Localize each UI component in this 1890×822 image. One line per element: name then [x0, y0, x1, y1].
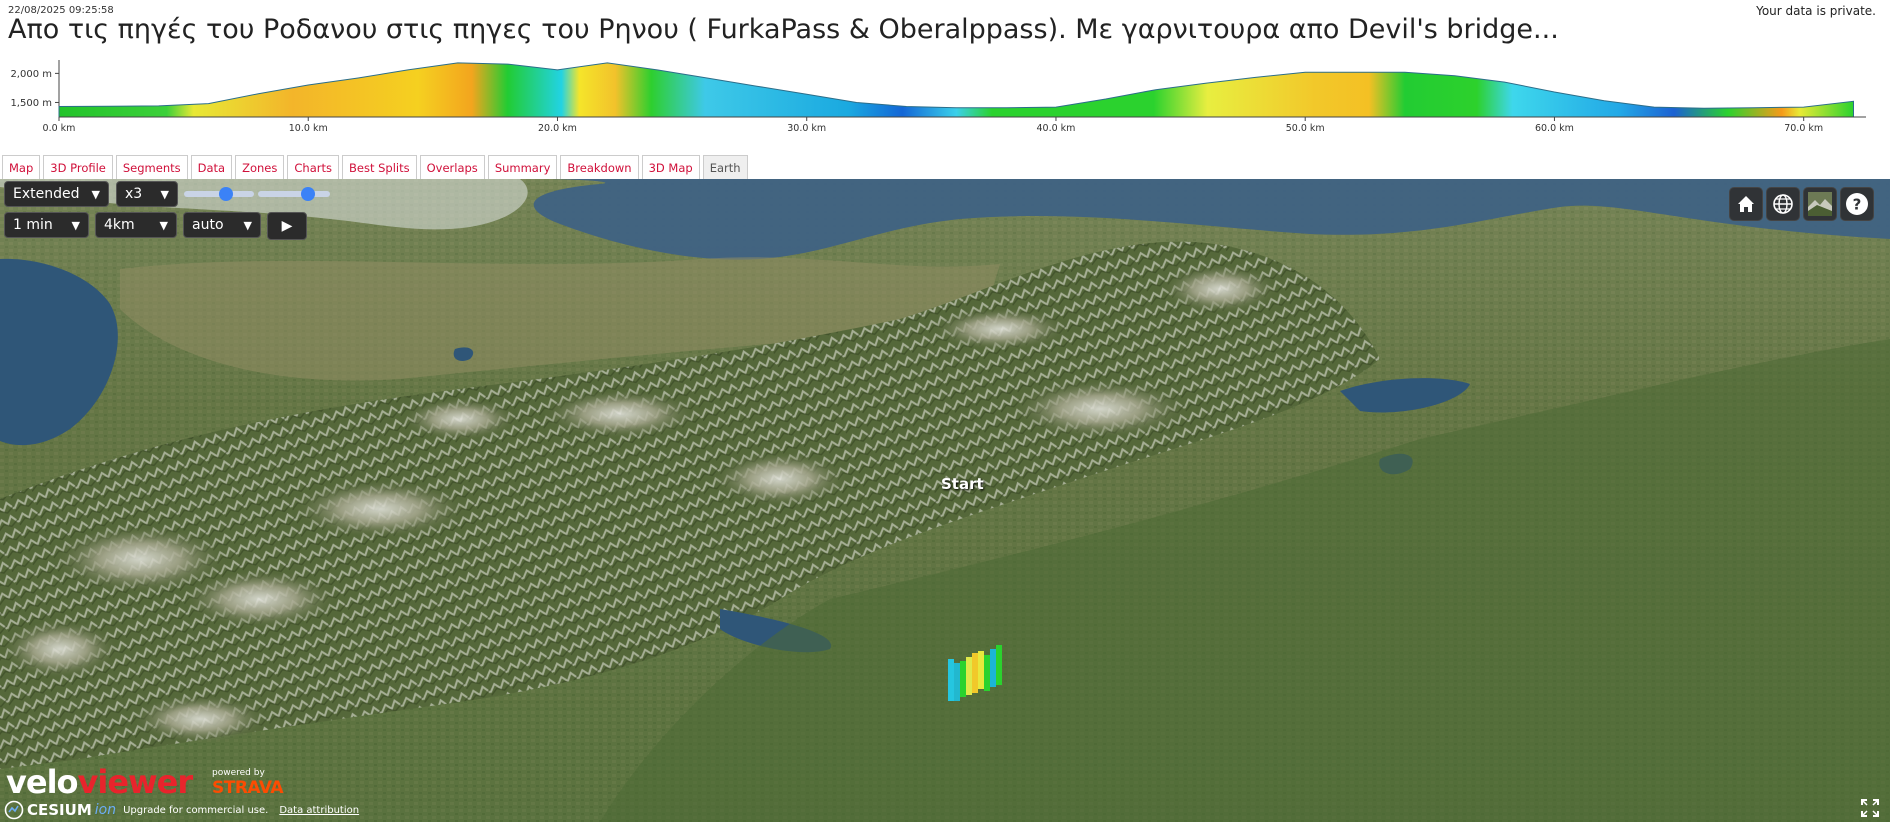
logo-velo: velo: [6, 763, 79, 801]
interval-select-value: 1 min: [13, 217, 53, 233]
distance-select[interactable]: 4km ▼: [95, 212, 177, 238]
help-button[interactable]: ?: [1840, 187, 1874, 221]
chevron-down-icon: ▼: [159, 218, 168, 232]
privacy-note: Your data is private.: [1756, 4, 1876, 18]
x-tick-label: 50.0 km: [1286, 123, 1325, 134]
elevation-profile[interactable]: 2,000 m 1,500 m 0.0 km 10.0 km 20.0 km 30.0 k…: [0, 55, 1890, 155]
home-button[interactable]: [1729, 187, 1763, 221]
exaggeration-select[interactable]: x3 ▼: [116, 181, 178, 207]
terrain-view[interactable]: [0, 179, 1890, 822]
speed-select-value: auto: [192, 217, 224, 233]
globe-icon: [1773, 194, 1793, 214]
tab-best-splits[interactable]: Best Splits: [341, 155, 417, 179]
interval-select[interactable]: 1 min ▼: [4, 212, 89, 238]
camera-slider-2[interactable]: [258, 187, 330, 201]
tab-summary[interactable]: Summary: [487, 155, 558, 179]
mode-select-value: Extended: [13, 186, 80, 202]
scene-mode-button[interactable]: [1766, 187, 1800, 221]
x-tick-label: 10.0 km: [289, 123, 328, 134]
x-tick-label: 20.0 km: [538, 123, 577, 134]
y-tick-label: 1,500 m: [10, 98, 52, 109]
slider-knob[interactable]: [219, 187, 233, 201]
chevron-down-icon: ▼: [91, 187, 100, 201]
chevron-down-icon: ▼: [71, 218, 80, 232]
base-layer-button[interactable]: [1803, 187, 1837, 221]
tab-earth[interactable]: Earth: [702, 155, 748, 179]
elevation-area[interactable]: [58, 62, 1854, 118]
home-icon: [1738, 196, 1754, 212]
tab-overlaps[interactable]: Overlaps: [419, 155, 485, 179]
cesium-credit: CESIUM ion Upgrade for commercial use. D…: [4, 800, 359, 820]
help-icon: ?: [1846, 193, 1868, 215]
data-attribution-link[interactable]: Data attribution: [279, 805, 359, 816]
tab-3d-map[interactable]: 3D Map: [641, 155, 700, 179]
distance-select-value: 4km: [104, 217, 135, 233]
strava-logo[interactable]: STRAVA: [212, 778, 284, 798]
tab-map[interactable]: Map: [2, 155, 41, 179]
play-button[interactable]: ▶: [267, 212, 307, 240]
tab-segments[interactable]: Segments: [115, 155, 188, 179]
x-tick-label: 70.0 km: [1784, 123, 1823, 134]
activity-title: Απο τις πηγές του Ροδανου στις πηγες του…: [8, 14, 1559, 45]
speed-select[interactable]: auto ▼: [183, 212, 261, 238]
ion-label: ion: [94, 802, 117, 818]
earth-3d-map[interactable]: Start: [0, 179, 1890, 822]
x-tick-label: 60.0 km: [1535, 123, 1574, 134]
veloviewer-logo[interactable]: veloviewer: [6, 763, 194, 801]
cesium-icon: [4, 800, 24, 820]
camera-slider-1[interactable]: [184, 187, 254, 201]
x-tick-label: 0.0 km: [43, 123, 76, 134]
play-icon: ▶: [281, 218, 293, 234]
upgrade-note: Upgrade for commercial use.: [123, 804, 269, 816]
chevron-down-icon: ▼: [160, 187, 169, 201]
powered-by-label: powered by: [212, 768, 265, 778]
logo-viewer: viewer: [77, 763, 194, 801]
tab-breakdown[interactable]: Breakdown: [560, 155, 639, 179]
tab-bar: Map 3D Profile Segments Data Zones Charts Best…: [2, 155, 748, 179]
fullscreen-icon[interactable]: [1860, 798, 1880, 818]
x-tick-label: 40.0 km: [1036, 123, 1075, 134]
start-marker-label: Start: [941, 475, 984, 493]
tab-zones[interactable]: Zones: [235, 155, 285, 179]
x-tick-label: 30.0 km: [787, 123, 826, 134]
exaggeration-select-value: x3: [125, 186, 143, 202]
tab-3d-profile[interactable]: 3D Profile: [43, 155, 113, 179]
mode-select[interactable]: Extended ▼: [4, 181, 109, 207]
y-tick-label: 2,000 m: [10, 69, 52, 80]
cesium-label: CESIUM: [27, 801, 92, 819]
svg-text:?: ?: [1853, 196, 1862, 214]
layers-icon: [1808, 192, 1832, 216]
chevron-down-icon: ▼: [243, 218, 252, 232]
tab-data[interactable]: Data: [190, 155, 233, 179]
tab-charts[interactable]: Charts: [287, 155, 339, 179]
